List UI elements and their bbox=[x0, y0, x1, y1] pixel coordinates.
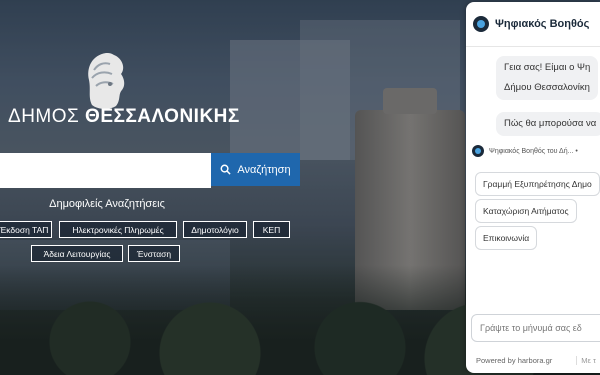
message-line: Γεια σας! Είμαι ο Ψη bbox=[504, 62, 591, 73]
bot-name: Ψηφιακός Βοηθός του Δή... • bbox=[489, 147, 578, 155]
search-input[interactable] bbox=[0, 153, 211, 188]
chat-widget: Ψηφιακός Βοηθός Γεια σας! Είμαι ο Ψη Δήμ… bbox=[466, 2, 600, 373]
bot-attribution: Ψηφιακός Βοηθός του Δή... • bbox=[472, 145, 578, 157]
site-logo-text[interactable]: ΔΗΜΟΣ ΘΕΣΣΑΛΟΝΙΚΗΣ bbox=[8, 106, 240, 128]
chat-title: Ψηφιακός Βοηθός bbox=[495, 18, 590, 30]
quick-reply-button[interactable]: Επικοινωνία bbox=[475, 226, 538, 250]
popular-chip[interactable]: Ένσταση bbox=[128, 245, 180, 262]
logo-city: ΘΕΣΣΑΛΟΝΙΚΗΣ bbox=[85, 106, 240, 127]
popular-chip[interactable]: ΚΕΠ bbox=[253, 221, 290, 238]
search-icon bbox=[220, 164, 232, 175]
quick-reply-button[interactable]: Καταχώριση Αιτήματος bbox=[475, 199, 577, 223]
popular-chip[interactable]: Άδεια Λειτουργίας bbox=[31, 245, 123, 262]
chat-message: Πώς θα μπορούσα να bbox=[496, 112, 600, 136]
footer-right-text: Με τ bbox=[576, 355, 596, 365]
chat-message: Γεια σας! Είμαι ο Ψη Δήμου Θεσσαλονίκη bbox=[496, 56, 599, 100]
message-line: Πώς θα μπορούσα να bbox=[504, 118, 597, 129]
bot-avatar-icon bbox=[472, 145, 484, 157]
quick-reply-button[interactable]: Γραμμή Εξυπηρέτησης Δημο bbox=[475, 172, 600, 196]
popular-chip[interactable]: Ηλεκτρονικές Πληρωμές bbox=[59, 221, 177, 238]
popular-chip[interactable]: Δημοτολόγιο bbox=[183, 221, 247, 238]
alexander-logo-icon[interactable] bbox=[80, 50, 132, 112]
powered-by-link[interactable]: Powered by harbora.gr bbox=[476, 356, 552, 365]
search-button[interactable]: Αναζήτηση bbox=[211, 153, 300, 186]
bot-avatar-icon bbox=[473, 16, 489, 32]
logo-prefix: ΔΗΜΟΣ bbox=[8, 106, 80, 127]
popular-searches-title: Δημοφιλείς Αναζητήσεις bbox=[49, 198, 165, 210]
chat-message-input[interactable]: Γράψτε το μήνυμά σας εδ bbox=[471, 314, 600, 342]
popular-chip[interactable]: Έκδοση ΤΑΠ bbox=[0, 221, 52, 238]
chat-header: Ψηφιακός Βοηθός bbox=[466, 2, 600, 47]
search-button-label: Αναζήτηση bbox=[237, 163, 291, 176]
message-line: Δήμου Θεσσαλονίκη bbox=[504, 82, 590, 93]
search-bar: Αναζήτηση bbox=[0, 153, 300, 188]
chat-footer: Powered by harbora.gr Με τ bbox=[466, 350, 600, 370]
